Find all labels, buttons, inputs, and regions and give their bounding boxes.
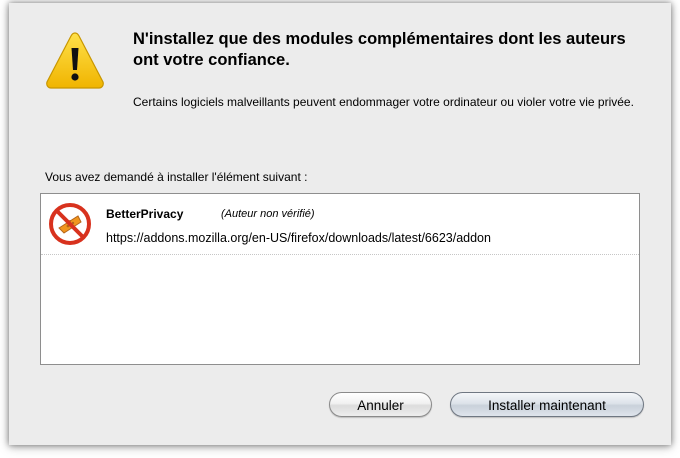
dialog-message: Certains logiciels malveillants peuvent … — [133, 95, 634, 109]
install-addon-dialog: N'installez que des modules complémentai… — [9, 3, 671, 445]
list-item[interactable]: BetterPrivacy (Auteur non vérifié) https… — [41, 194, 639, 255]
dialog-heading: N'installez que des modules complémentai… — [133, 30, 626, 69]
install-items-list[interactable]: BetterPrivacy (Auteur non vérifié) https… — [40, 193, 640, 365]
addon-author-note: (Auteur non vérifié) — [221, 208, 315, 220]
install-now-button[interactable]: Installer maintenant — [450, 392, 644, 417]
cancel-button[interactable]: Annuler — [329, 392, 432, 417]
betterprivacy-icon — [49, 203, 91, 245]
addon-name: BetterPrivacy — [106, 207, 184, 221]
addon-url: https://addons.mozilla.org/en-US/firefox… — [106, 231, 491, 245]
warning-icon — [46, 32, 104, 89]
install-list-label: Vous avez demandé à installer l'élément … — [45, 170, 308, 184]
